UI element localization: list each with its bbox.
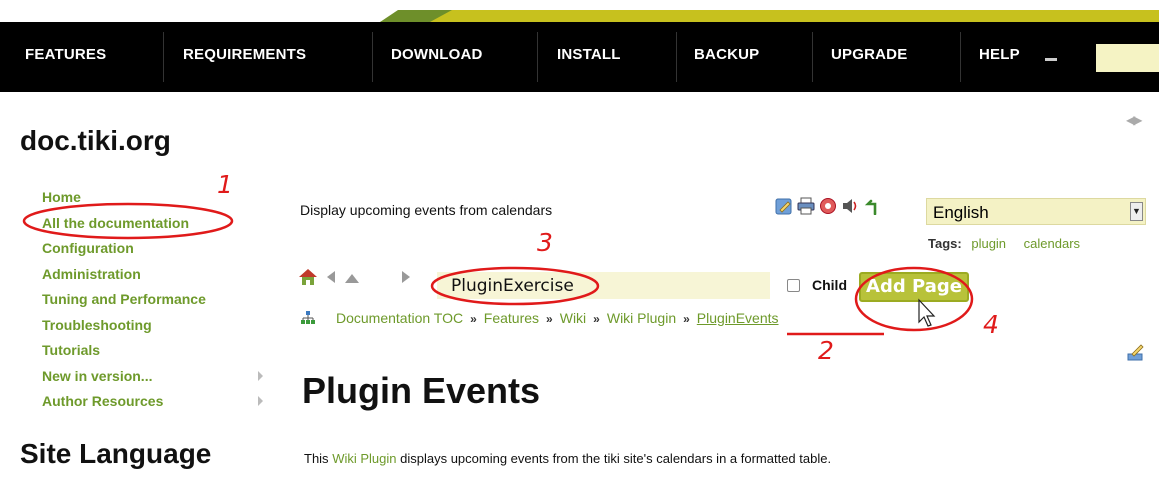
sidebar-item-troubleshooting[interactable]: Troubleshooting	[42, 316, 272, 342]
home-icon[interactable]	[298, 268, 318, 286]
audio-icon[interactable]	[841, 197, 859, 215]
sidebar-submenu-author-resources: Author Resources	[42, 392, 272, 418]
nav-divider	[537, 32, 538, 82]
breadcrumb-item-current[interactable]: PluginEvents	[697, 310, 779, 326]
nav-divider	[960, 32, 961, 82]
breadcrumb-separator: »	[593, 312, 600, 326]
wiki-plugin-link[interactable]: Wiki Plugin	[332, 451, 396, 466]
add-page-button[interactable]: Add Page	[859, 272, 969, 302]
column-toggle-icon[interactable]: ◀▶	[1126, 113, 1143, 127]
sidebar-item-author-resources[interactable]: Author Resources	[42, 392, 272, 418]
breadcrumb-separator: »	[683, 312, 690, 326]
nav-help[interactable]: HELP	[979, 46, 1020, 63]
print-icon[interactable]	[797, 197, 815, 215]
nav-download[interactable]: DOWNLOAD	[391, 46, 483, 63]
intro-text: displays upcoming events from the tiki s…	[400, 451, 832, 466]
sidebar-item-tuning[interactable]: Tuning and Performance	[42, 290, 272, 316]
edit-page-icon[interactable]	[775, 197, 793, 215]
nav-divider	[676, 32, 677, 82]
nav-upgrade[interactable]: UPGRADE	[831, 46, 907, 63]
sidebar-item-new-in-version[interactable]: New in version...	[42, 367, 272, 393]
site-title: doc.tiki.org	[20, 125, 171, 156]
nav-divider	[812, 32, 813, 82]
pdf-icon[interactable]	[819, 197, 837, 215]
breadcrumb-item[interactable]: Wiki	[560, 310, 586, 326]
header-stripe-yellow	[430, 10, 1159, 22]
page-description: Display upcoming events from calendars	[300, 202, 553, 218]
breadcrumb: Documentation TOC » Features » Wiki » Wiki Plu…	[300, 310, 779, 326]
tag-link[interactable]: calendars	[1024, 236, 1080, 251]
annotation-number: 4	[983, 310, 999, 339]
intro-text: This	[304, 451, 329, 466]
undo-icon[interactable]	[863, 197, 881, 215]
site-language-heading: Site Language	[20, 438, 212, 469]
sidebar-item-configuration[interactable]: Configuration	[42, 239, 272, 265]
child-checkbox[interactable]	[787, 279, 800, 292]
sidebar-item-tutorials[interactable]: Tutorials	[42, 341, 272, 367]
nav-search-input[interactable]	[1096, 44, 1159, 72]
breadcrumb-separator: »	[546, 312, 553, 326]
nav-divider	[163, 32, 164, 82]
sidebar-item-administration[interactable]: Administration	[42, 265, 272, 291]
main-navbar: FEATURES REQUIREMENTS DOWNLOAD INSTALL B…	[0, 22, 1159, 92]
page-name-input[interactable]	[437, 272, 770, 299]
nav-requirements[interactable]: REQUIREMENTS	[183, 46, 306, 63]
mouse-cursor-icon	[918, 298, 936, 327]
sidebar-submenu-new-version: New in version...	[42, 367, 272, 393]
nav-divider	[372, 32, 373, 82]
breadcrumb-item[interactable]: Wiki Plugin	[607, 310, 676, 326]
sidebar-menu: Home All the documentation Configuration…	[42, 188, 272, 418]
sidebar-item-all-documentation[interactable]: All the documentation	[42, 214, 272, 240]
page-title: Plugin Events	[302, 370, 541, 411]
structure-icon	[301, 311, 315, 324]
help-dropdown-icon[interactable]	[1045, 58, 1057, 61]
submenu-arrow-icon[interactable]	[258, 396, 263, 406]
child-checkbox-label: Child	[812, 277, 847, 293]
breadcrumb-separator: »	[470, 312, 477, 326]
top-decoration	[0, 0, 1159, 22]
language-select[interactable]: English ▼	[926, 198, 1146, 225]
tag-link[interactable]: plugin	[971, 236, 1006, 251]
submenu-arrow-icon[interactable]	[258, 370, 263, 381]
tags-row: Tags: plugin calendars	[928, 236, 1094, 251]
tags-label: Tags:	[928, 236, 962, 251]
annotation-number: 3	[537, 228, 553, 257]
sidebar-item-home[interactable]: Home	[42, 188, 272, 214]
forward-icon[interactable]	[400, 270, 412, 284]
nav-install[interactable]: INSTALL	[557, 46, 621, 63]
breadcrumb-item[interactable]: Documentation TOC	[336, 310, 463, 326]
nav-backup[interactable]: BACKUP	[694, 46, 759, 63]
annotation-number: 1	[217, 170, 233, 199]
nav-features[interactable]: FEATURES	[25, 46, 106, 63]
intro-paragraph: This Wiki Plugin displays upcoming event…	[304, 451, 831, 466]
breadcrumb-item[interactable]: Features	[484, 310, 539, 326]
chevron-down-icon[interactable]: ▼	[1130, 202, 1143, 221]
annotation-number: 2	[818, 336, 834, 365]
up-icon[interactable]	[344, 272, 360, 284]
pencil-icon[interactable]	[1126, 342, 1146, 362]
back-icon[interactable]	[325, 270, 337, 284]
language-select-value: English	[933, 203, 989, 222]
